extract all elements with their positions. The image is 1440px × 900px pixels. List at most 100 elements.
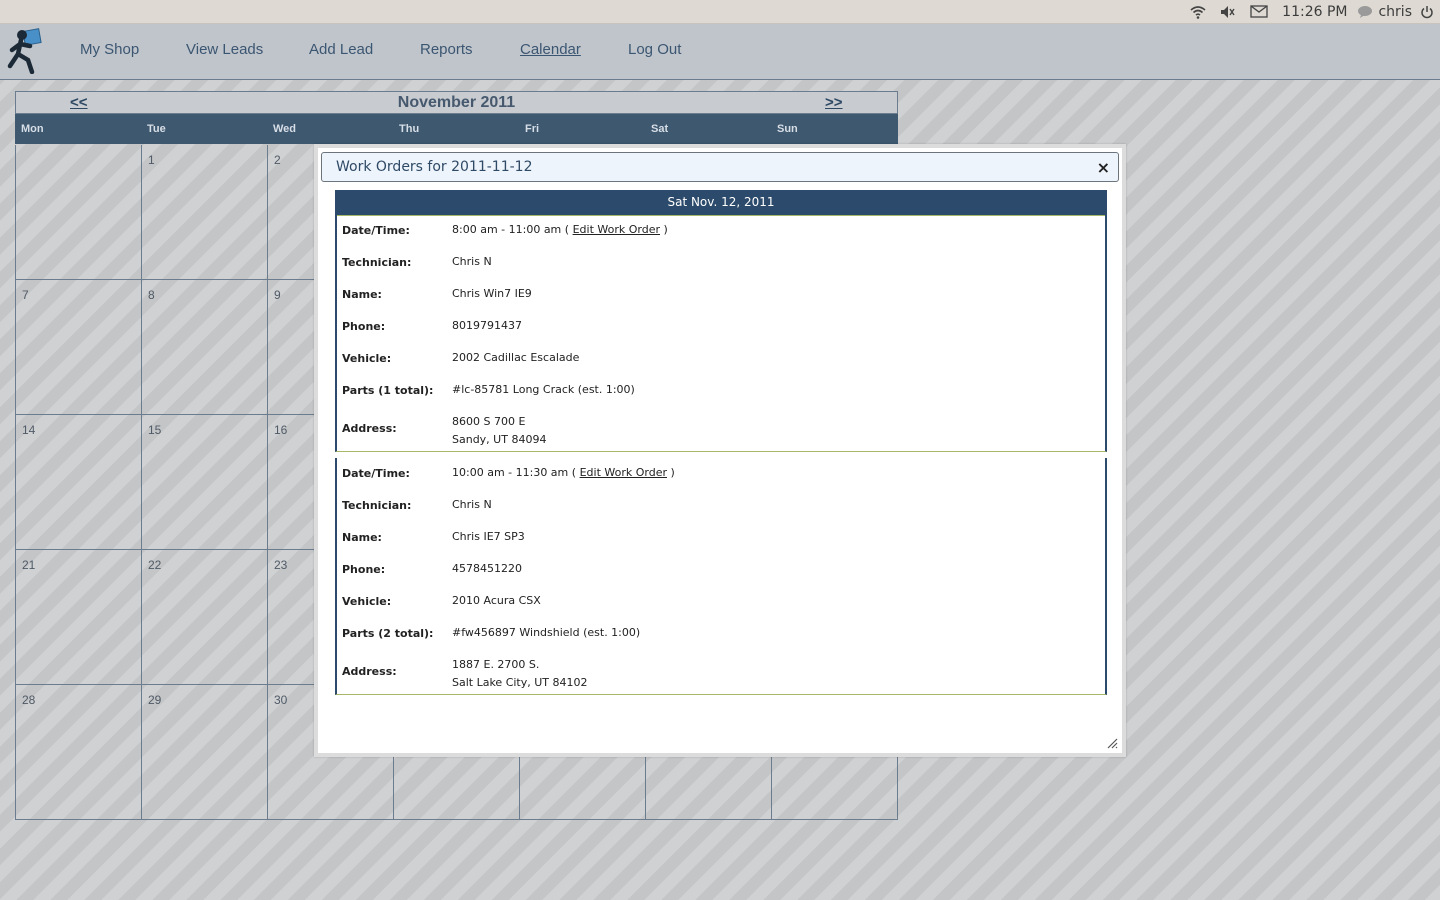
vehicle-value: 2010 Acura CSX — [452, 594, 541, 607]
day-number: 1 — [148, 153, 155, 167]
name-value: Chris Win7 IE9 — [452, 287, 532, 300]
address-label: Address: — [342, 665, 397, 678]
weekday-label: Tue — [147, 123, 166, 135]
wo-address-row: Address: 8600 S 700 E Sandy, UT 84094 — [337, 407, 1105, 451]
calendar-day-cell[interactable]: 8 — [142, 280, 268, 415]
wo-phone-row: Phone: 4578451220 — [337, 554, 1105, 586]
dialog-title: Work Orders for 2011-11-12 — [336, 159, 533, 175]
calendar-day-cell[interactable]: 7 — [16, 280, 142, 415]
calendar-day-cell[interactable]: 15 — [142, 415, 268, 550]
calendar-day-cell[interactable]: 29 — [142, 685, 268, 820]
calendar-day-cell[interactable]: 14 — [16, 415, 142, 550]
power-icon[interactable] — [1420, 5, 1434, 19]
weekday-label: Fri — [525, 123, 540, 135]
wo-technician-row: Technician: Chris N — [337, 247, 1105, 279]
technician-value: Chris N — [452, 498, 492, 511]
wo-phone-row: Phone: 8019791437 — [337, 311, 1105, 343]
vehicle-label: Vehicle: — [342, 595, 392, 608]
wo-time: 8:00 am - 11:00 am — [452, 223, 562, 236]
chat-icon[interactable] — [1357, 5, 1373, 19]
wo-address-row: Address: 1887 E. 2700 S. Salt Lake City, … — [337, 650, 1105, 694]
phone-value: 4578451220 — [452, 562, 522, 575]
work-order-entry: Date/Time: 8:00 am - 11:00 am ( Edit Wor… — [335, 215, 1107, 452]
wo-parts-row: Parts (2 total): #fw456897 Windshield (e… — [337, 618, 1105, 650]
wifi-icon[interactable] — [1190, 5, 1206, 19]
weekday-label: Thu — [399, 123, 420, 135]
wo-parts-row: Parts (1 total): #lc-85781 Long Crack (e… — [337, 375, 1105, 407]
next-month-link[interactable]: >> — [825, 94, 843, 111]
day-number: 9 — [274, 288, 281, 302]
parts-label: Parts (1 total): — [342, 384, 434, 397]
nav-calendar[interactable]: Calendar — [520, 41, 581, 58]
vehicle-value: 2002 Cadillac Escalade — [452, 351, 580, 364]
wo-vehicle-row: Vehicle: 2002 Cadillac Escalade — [337, 343, 1105, 375]
wo-time: 10:00 am - 11:30 am — [452, 466, 569, 479]
address-line1: 1887 E. 2700 S. — [452, 658, 540, 671]
phone-value: 8019791437 — [452, 319, 522, 332]
calendar-day-cell[interactable]: 21 — [16, 550, 142, 685]
nav-reports[interactable]: Reports — [420, 41, 473, 58]
address-line1: 8600 S 700 E — [452, 415, 526, 428]
edit-work-order-link[interactable]: Edit Work Order — [573, 223, 660, 236]
name-label: Name: — [342, 531, 382, 544]
datetime-value: 10:00 am - 11:30 am ( Edit Work Order ) — [452, 466, 675, 479]
day-number: 22 — [148, 558, 162, 572]
calendar-day-cell[interactable]: 28 — [16, 685, 142, 820]
system-top-bar: 11:26 PM chris — [0, 0, 1440, 24]
weekday-label: Sun — [777, 123, 798, 135]
month-title: November 2011 — [397, 94, 516, 111]
weekday-label: Wed — [273, 123, 297, 135]
wo-datetime-row: Date/Time: 8:00 am - 11:00 am ( Edit Wor… — [337, 215, 1105, 247]
day-number: 2 — [274, 153, 281, 167]
day-number: 14 — [22, 423, 36, 437]
parts-value: #fw456897 Windshield (est. 1:00) — [452, 626, 641, 639]
day-number: 29 — [148, 693, 162, 707]
wo-vehicle-row: Vehicle: 2010 Acura CSX — [337, 586, 1105, 618]
volume-icon[interactable] — [1220, 5, 1236, 19]
name-value: Chris IE7 SP3 — [452, 530, 525, 543]
address-line2: Salt Lake City, UT 84102 — [452, 676, 588, 689]
address-value: 8600 S 700 E Sandy, UT 84094 — [452, 413, 546, 449]
datetime-label: Date/Time: — [342, 467, 410, 480]
day-number: 23 — [274, 558, 288, 572]
nav-my-shop[interactable]: My Shop — [80, 41, 139, 58]
calendar-day-cell[interactable] — [16, 145, 142, 280]
day-heading: Sat Nov. 12, 2011 — [335, 190, 1107, 216]
parts-value: #lc-85781 Long Crack (est. 1:00) — [452, 383, 635, 396]
edit-work-order-link[interactable]: Edit Work Order — [580, 466, 667, 479]
datetime-label: Date/Time: — [342, 224, 410, 237]
datetime-value: 8:00 am - 11:00 am ( Edit Work Order ) — [452, 223, 668, 236]
day-number: 8 — [148, 288, 155, 302]
address-line2: Sandy, UT 84094 — [452, 433, 547, 446]
wo-datetime-row: Date/Time: 10:00 am - 11:30 am ( Edit Wo… — [337, 458, 1105, 490]
phone-label: Phone: — [342, 320, 386, 333]
address-label: Address: — [342, 422, 397, 435]
day-number: 16 — [274, 423, 288, 437]
wo-name-row: Name: Chris Win7 IE9 — [337, 279, 1105, 311]
nav-add-lead[interactable]: Add Lead — [309, 41, 373, 58]
calendar-day-cell[interactable]: 1 — [142, 145, 268, 280]
dialog-title-bar[interactable]: Work Orders for 2011-11-12 × — [321, 152, 1119, 182]
weekday-label: Mon — [21, 123, 44, 135]
nav-view-leads[interactable]: View Leads — [186, 41, 263, 58]
day-number: 21 — [22, 558, 36, 572]
technician-value: Chris N — [452, 255, 492, 268]
clock-time[interactable]: 11:26 PM — [1282, 4, 1347, 20]
close-icon[interactable]: × — [1097, 158, 1110, 177]
work-orders-dialog: Work Orders for 2011-11-12 × Sat Nov. 12… — [314, 144, 1126, 757]
calendar-day-cell[interactable]: 22 — [142, 550, 268, 685]
weekday-header-row: Mon Tue Wed Thu Fri Sat Sun — [15, 114, 898, 144]
vehicle-label: Vehicle: — [342, 352, 392, 365]
day-number: 15 — [148, 423, 162, 437]
weekday-label: Sat — [651, 123, 669, 135]
main-nav: My Shop View Leads Add Lead Reports Cale… — [0, 24, 1440, 80]
day-number: 28 — [22, 693, 36, 707]
mail-icon[interactable] — [1250, 5, 1268, 18]
user-name[interactable]: chris — [1378, 4, 1412, 20]
technician-label: Technician: — [342, 499, 412, 512]
nav-log-out[interactable]: Log Out — [628, 41, 681, 58]
resize-grip-icon[interactable] — [1106, 737, 1118, 749]
phone-label: Phone: — [342, 563, 386, 576]
logo-runner-icon[interactable] — [4, 26, 50, 75]
address-value: 1887 E. 2700 S. Salt Lake City, UT 84102 — [452, 656, 588, 692]
